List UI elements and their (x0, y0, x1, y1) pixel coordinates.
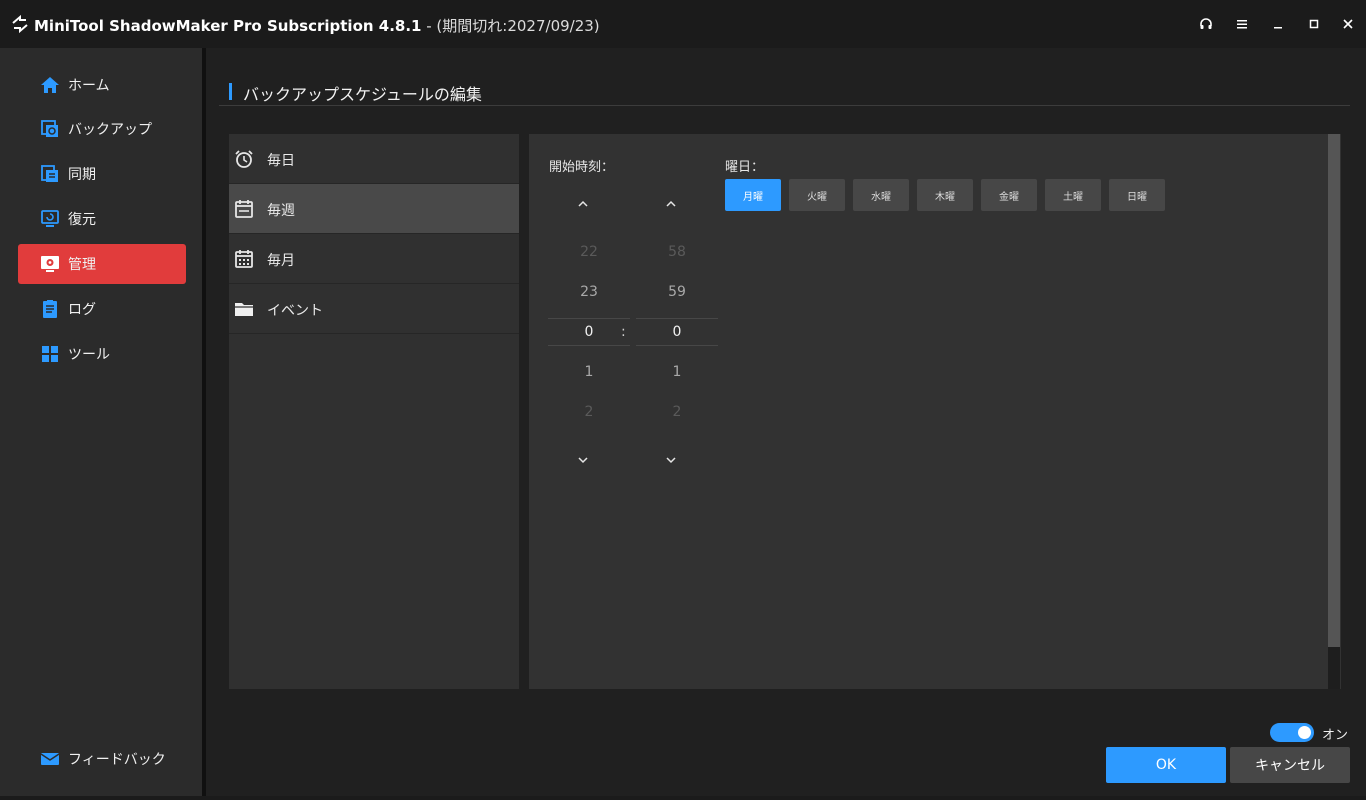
minute-far-above: 58 (668, 244, 686, 260)
sidebar-item-label: 管理 (68, 257, 96, 273)
menu-button[interactable] (1232, 14, 1252, 34)
feedback-button[interactable]: フィードバック (18, 739, 186, 779)
frequency-label: 毎日 (267, 153, 295, 169)
minimize-button[interactable] (1268, 14, 1288, 34)
hour-spinner[interactable]: 22 23 0 1 2 (548, 134, 630, 689)
frequency-list: 毎日 毎週 毎月 イベント (229, 134, 519, 689)
minute-selected: 0 (636, 318, 718, 346)
ok-button[interactable]: OK (1106, 747, 1226, 783)
calendar-month-icon (235, 250, 253, 268)
cancel-button[interactable]: キャンセル (1230, 747, 1350, 783)
feedback-label: フィードバック (68, 752, 166, 768)
minute-spinner[interactable]: 58 59 0 1 2 (636, 134, 718, 689)
support-button[interactable] (1196, 14, 1216, 34)
sidebar-item-manage[interactable]: 管理 (18, 244, 186, 284)
alarm-clock-icon (235, 150, 253, 168)
weekday-monday-button[interactable]: 月曜 (725, 179, 781, 211)
maximize-icon (1309, 19, 1319, 29)
close-button[interactable] (1338, 14, 1358, 34)
weekday-friday-button[interactable]: 金曜 (981, 179, 1037, 211)
scrollbar-thumb[interactable] (1328, 134, 1340, 647)
frequency-weekly[interactable]: 毎週 (229, 184, 519, 234)
chevron-up-icon[interactable] (663, 196, 679, 212)
section-header: バックアップスケジュールの編集 (219, 80, 1350, 106)
section-accent-bar (229, 83, 232, 100)
hour-far-below: 2 (584, 404, 594, 420)
headphones-icon (1200, 18, 1212, 29)
main-content: バックアップスケジュールの編集 毎日 毎週 毎月 イベント 開始時刻： 22 2… (206, 48, 1366, 796)
minute-far-below: 2 (672, 404, 682, 420)
sidebar-item-label: 復元 (68, 212, 96, 228)
frequency-label: 毎週 (267, 203, 295, 219)
chevron-down-icon[interactable] (663, 452, 679, 468)
frequency-label: イベント (267, 303, 323, 319)
frequency-event[interactable]: イベント (229, 284, 519, 334)
menu-icon (1237, 20, 1247, 29)
app-title-name: MiniTool ShadowMaker Pro Subscription 4.… (34, 17, 422, 35)
weekday-saturday-button[interactable]: 土曜 (1045, 179, 1101, 211)
tools-icon (42, 346, 58, 362)
sidebar-item-label: ツール (68, 347, 110, 363)
frequency-label: 毎月 (267, 253, 295, 269)
chevron-up-icon[interactable] (575, 196, 591, 212)
hour-below: 1 (584, 364, 594, 380)
sidebar-item-label: ホーム (68, 78, 110, 94)
restore-icon (41, 210, 59, 227)
mail-icon (40, 753, 60, 765)
sidebar-item-log[interactable]: ログ (18, 289, 186, 329)
weekday-sunday-button[interactable]: 日曜 (1109, 179, 1165, 211)
weekday-label: 曜日： (725, 160, 765, 175)
sidebar-item-sync[interactable]: 同期 (18, 154, 186, 194)
manage-icon (41, 256, 59, 272)
sidebar-item-label: 同期 (68, 167, 96, 183)
toggle-knob (1298, 726, 1311, 739)
sidebar-item-home[interactable]: ホーム (18, 65, 186, 105)
frequency-daily[interactable]: 毎日 (229, 134, 519, 184)
app-title: MiniTool ShadowMaker Pro Subscription 4.… (34, 15, 600, 36)
weekday-wednesday-button[interactable]: 水曜 (853, 179, 909, 211)
log-icon (43, 300, 57, 318)
weekday-thursday-button[interactable]: 木曜 (917, 179, 973, 211)
maximize-button[interactable] (1304, 14, 1324, 34)
sidebar: ホーム バックアップ 同期 復元 管理 ログ ツール フィードバック (0, 48, 202, 796)
time-separator: : (621, 324, 626, 340)
scrollbar-track[interactable] (1328, 647, 1340, 689)
minimize-icon (1274, 27, 1282, 29)
folder-icon (235, 303, 253, 316)
hour-far-above: 22 (580, 244, 598, 260)
sidebar-item-backup[interactable]: バックアップ (18, 109, 186, 149)
sync-icon (41, 165, 58, 182)
page-title: バックアップスケジュールの編集 (243, 85, 482, 104)
sidebar-item-restore[interactable]: 復元 (18, 199, 186, 239)
schedule-detail-panel: 開始時刻： 22 23 0 1 2 : 58 59 0 1 2 曜日： 月曜 火… (529, 134, 1341, 689)
app-title-expiry: - (期間切れ:2027/09/23) (421, 17, 600, 35)
sidebar-item-label: バックアップ (68, 122, 152, 138)
minute-below: 1 (672, 364, 682, 380)
frequency-monthly[interactable]: 毎月 (229, 234, 519, 284)
title-bar: MiniTool ShadowMaker Pro Subscription 4.… (0, 0, 1366, 48)
calendar-week-icon (235, 200, 253, 218)
close-icon (1343, 19, 1353, 29)
home-icon (41, 77, 59, 93)
toggle-label: オン (1322, 728, 1349, 743)
hour-selected: 0 (548, 318, 630, 346)
minute-above: 59 (668, 284, 686, 300)
schedule-toggle[interactable] (1270, 723, 1314, 742)
sidebar-item-tools[interactable]: ツール (18, 334, 186, 374)
weekday-tuesday-button[interactable]: 火曜 (789, 179, 845, 211)
app-logo-icon (12, 14, 28, 34)
hour-above: 23 (580, 284, 598, 300)
backup-icon (41, 120, 58, 137)
chevron-down-icon[interactable] (575, 452, 591, 468)
sidebar-item-label: ログ (68, 302, 96, 318)
